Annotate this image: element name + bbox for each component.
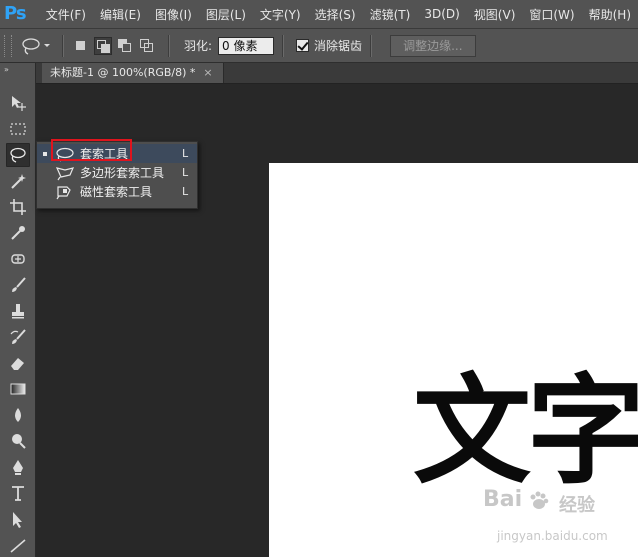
options-grip[interactable] xyxy=(4,34,12,57)
path-select-icon[interactable] xyxy=(6,507,30,531)
move-icon[interactable] xyxy=(6,91,30,115)
close-icon[interactable]: × xyxy=(203,63,212,83)
options-separator xyxy=(62,34,64,57)
dodge-icon[interactable] xyxy=(6,429,30,453)
paw-icon xyxy=(530,491,549,509)
crop-icon[interactable] xyxy=(6,195,30,219)
flyout-item-polygonal-lasso[interactable]: 多边形套索工具 L xyxy=(37,163,197,182)
feather-input[interactable]: 0 像素 xyxy=(218,36,275,55)
polygonal-lasso-icon xyxy=(55,166,75,180)
options-separator xyxy=(168,34,170,57)
pen-icon[interactable] xyxy=(6,455,30,479)
menu-help[interactable]: 帮助(H) xyxy=(582,6,638,23)
type-icon[interactable] xyxy=(6,481,30,505)
intersect-selection-button[interactable] xyxy=(138,37,156,55)
lasso-icon xyxy=(22,37,50,55)
add-selection-button[interactable] xyxy=(94,36,112,55)
menu-filter[interactable]: 滤镜(T) xyxy=(363,6,418,23)
new-selection-button[interactable] xyxy=(72,37,90,55)
menu-view[interactable]: 视图(V) xyxy=(467,6,523,23)
gradient-icon[interactable] xyxy=(6,377,30,401)
antialias-checkbox[interactable] xyxy=(296,39,310,52)
toolbar-collapse-icon[interactable]: » xyxy=(4,65,9,74)
menu-edit[interactable]: 编辑(E) xyxy=(93,6,148,23)
watermark-brand: Bai xyxy=(483,487,523,512)
flyout-item-label: 磁性套索工具 xyxy=(80,185,153,199)
watermark: Bai 经验 jingyan.baidu.com xyxy=(483,487,633,553)
stamp-icon[interactable] xyxy=(6,299,30,323)
document-tab[interactable]: 未标题-1 @ 100%(RGB/8) * × xyxy=(42,63,224,83)
flyout-item-shortcut: L xyxy=(182,147,189,160)
menu-file[interactable]: 文件(F) xyxy=(39,6,93,23)
lasso-icon[interactable] xyxy=(6,143,30,167)
blur-icon[interactable] xyxy=(6,403,30,427)
menu-layer[interactable]: 图层(L) xyxy=(199,6,253,23)
menu-image[interactable]: 图像(I) xyxy=(148,6,199,23)
canvas-text-layer[interactable]: 文字 xyxy=(413,372,638,490)
flyout-item-shortcut: L xyxy=(182,185,189,198)
options-separator xyxy=(370,34,373,57)
feather-label: 羽化: xyxy=(184,39,213,53)
app-logo: Ps xyxy=(4,3,27,24)
options-bar: 羽化: 0 像素 消除锯齿 调整边缘... xyxy=(0,29,638,63)
history-brush-icon[interactable] xyxy=(6,325,30,349)
menu-bar: Ps 文件(F) 编辑(E) 图像(I) 图层(L) 文字(Y) 选择(S) 滤… xyxy=(0,0,638,29)
tool-preset-picker[interactable] xyxy=(20,35,54,57)
watermark-brand-cn: 经验 xyxy=(559,495,595,516)
tools-panel: » xyxy=(0,63,36,557)
eraser-icon[interactable] xyxy=(6,351,30,375)
menu-select[interactable]: 选择(S) xyxy=(308,6,363,23)
selected-bullet-icon xyxy=(43,151,47,156)
marquee-icon[interactable] xyxy=(6,117,30,141)
menu-type[interactable]: 文字(Y) xyxy=(253,6,308,23)
menu-window[interactable]: 窗口(W) xyxy=(522,6,581,23)
antialias-label: 消除锯齿 xyxy=(314,39,363,53)
healing-icon[interactable] xyxy=(6,247,30,271)
flyout-item-shortcut: L xyxy=(182,166,189,179)
refine-edge-button[interactable]: 调整边缘... xyxy=(390,34,476,57)
highlight-annotation xyxy=(51,139,132,161)
shape-icon[interactable] xyxy=(6,533,30,557)
flyout-item-label: 多边形套索工具 xyxy=(80,166,165,180)
document-tab-title: 未标题-1 @ 100%(RGB/8) * xyxy=(50,66,196,79)
eyedropper-icon[interactable] xyxy=(6,221,30,245)
subtract-selection-button[interactable] xyxy=(116,37,134,55)
menu-3d[interactable]: 3D(D) xyxy=(417,7,466,21)
brush-icon[interactable] xyxy=(6,273,30,297)
flyout-item-magnetic-lasso[interactable]: 磁性套索工具 L xyxy=(37,182,197,201)
document-tabs: 未标题-1 @ 100%(RGB/8) * × xyxy=(36,63,638,84)
options-separator xyxy=(282,34,285,57)
watermark-url: jingyan.baidu.com xyxy=(497,529,608,543)
magic-wand-icon[interactable] xyxy=(6,169,30,193)
magnetic-lasso-icon xyxy=(56,185,71,199)
